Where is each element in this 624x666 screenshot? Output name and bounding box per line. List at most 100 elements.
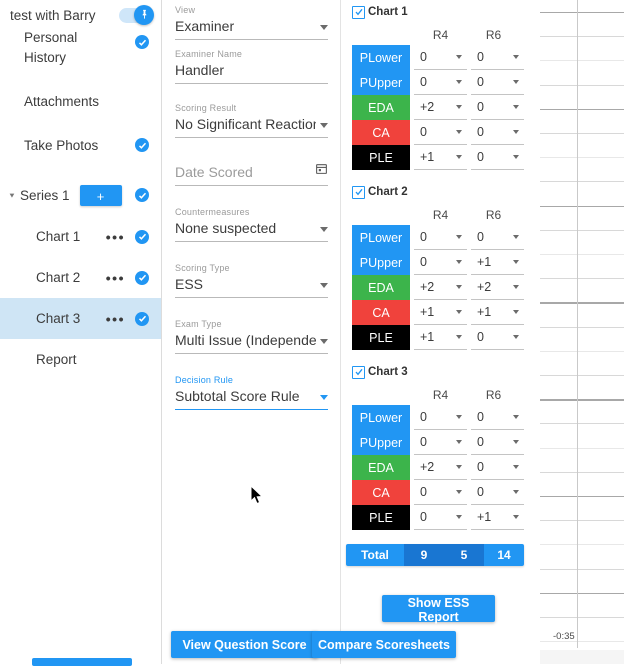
score-row-label: PLower — [352, 45, 410, 70]
chart-enable-checkbox[interactable] — [352, 185, 365, 199]
sidebar-item-report[interactable]: Report — [0, 339, 161, 380]
score-cell-r6[interactable]: 0 — [471, 120, 524, 145]
sidebar-item-chart-1[interactable]: Chart 1 ••• — [0, 216, 161, 257]
score-row: PLE +1 0 — [352, 145, 529, 170]
score-cell-r6[interactable]: 0 — [471, 145, 524, 170]
field-value: Examiner — [175, 18, 235, 34]
score-cell-r6[interactable]: 0 — [471, 45, 524, 70]
score-cell-r6[interactable]: +1 — [471, 250, 524, 275]
graph-minor-gridline — [540, 181, 624, 183]
view-question-score-button[interactable]: View Question Score — [171, 631, 318, 658]
chevron-down-icon — [456, 465, 462, 469]
chart-header: Chart 3 — [352, 364, 529, 380]
chevron-down-icon — [513, 80, 519, 84]
countermeasures-select[interactable]: None suspected — [175, 218, 328, 242]
compare-scoresheets-button[interactable]: Compare Scoresheets — [312, 631, 456, 658]
graph-minor-gridline — [540, 229, 624, 231]
score-cell-r6[interactable]: 0 — [471, 70, 524, 95]
chart-header: Chart 2 — [352, 184, 529, 200]
chart-options-icon[interactable]: ••• — [106, 311, 125, 327]
chart-options-icon[interactable]: ••• — [106, 270, 125, 286]
score-row: PLower 0 0 — [352, 45, 529, 70]
score-cell-r4[interactable]: 0 — [414, 430, 467, 455]
score-cell-r4[interactable]: +1 — [414, 300, 467, 325]
score-cell-r4[interactable]: +1 — [414, 145, 467, 170]
score-row-label: PUpper — [352, 430, 410, 455]
score-grid: PLower 0 0 PUpper 0 +1 EDA +2 +2 CA +1 +1 PLE +1 0 — [352, 225, 529, 350]
graph-minor-gridline — [540, 350, 624, 352]
date-scored-input[interactable]: Date Scored — [175, 160, 328, 186]
chart-enable-checkbox[interactable] — [352, 5, 365, 19]
graph-minor-gridline — [540, 544, 624, 546]
score-row: EDA +2 0 — [352, 95, 529, 120]
calendar-icon[interactable] — [315, 160, 328, 180]
score-cell-r4[interactable]: +2 — [414, 275, 467, 300]
total-bar: Total 9 5 14 — [346, 544, 524, 566]
sidebar-series-row[interactable]: ▼ Series 1 + — [0, 178, 161, 212]
sidebar-item-take-photos[interactable]: Take Photos — [0, 130, 161, 160]
chart-title: Chart 1 — [368, 6, 408, 18]
score-cell-r4[interactable]: 0 — [414, 120, 467, 145]
chevron-down-icon[interactable]: ▼ — [8, 191, 20, 199]
score-cell-r4[interactable]: +2 — [414, 95, 467, 120]
chart-options-icon[interactable]: ••• — [106, 229, 125, 245]
field-label: View — [175, 5, 196, 15]
score-cell-r4[interactable]: +1 — [414, 325, 467, 350]
score-cell-r4[interactable]: 0 — [414, 70, 467, 95]
column-header: R4 — [432, 208, 449, 222]
field-date-scored[interactable]: Date Scored — [175, 160, 328, 186]
chevron-down-icon — [456, 335, 462, 339]
field-label: Scoring Result — [175, 103, 237, 113]
chevron-down-icon — [513, 465, 519, 469]
field-exam-type[interactable]: Exam Type Multi Issue (Independent) — [175, 318, 328, 354]
scoring-result-select[interactable]: No Significant Reactions — [175, 114, 328, 138]
score-cell-r6[interactable]: +1 — [471, 505, 524, 530]
score-cell-r4[interactable]: +2 — [414, 455, 467, 480]
score-row: PUpper 0 0 — [352, 430, 529, 455]
chevron-down-icon — [456, 440, 462, 444]
exam-type-select[interactable]: Multi Issue (Independent) — [175, 330, 328, 354]
sidebar-item-chart-3[interactable]: Chart 3 ••• — [0, 298, 161, 339]
score-cell-r4[interactable]: 0 — [414, 505, 467, 530]
sidebar-item-personal-history[interactable]: Personal History — [0, 26, 161, 72]
score-cell-r4[interactable]: 0 — [414, 405, 467, 430]
field-scoring-type[interactable]: Scoring Type ESS — [175, 262, 328, 298]
score-cell-r6[interactable]: 0 — [471, 325, 524, 350]
check-icon — [135, 138, 149, 152]
pin-sidebar-toggle[interactable] — [119, 4, 154, 25]
scoring-type-select[interactable]: ESS — [175, 274, 328, 298]
check-icon — [135, 311, 149, 326]
score-cell-r4[interactable]: 0 — [414, 45, 467, 70]
sidebar-item-label: Chart 1 — [36, 229, 81, 244]
score-cell-r4[interactable]: 0 — [414, 480, 467, 505]
field-examiner-name[interactable]: Examiner Name Handler — [175, 48, 328, 84]
field-decision-rule[interactable]: Decision Rule Subtotal Score Rule — [175, 374, 328, 410]
score-cell-r6[interactable]: +2 — [471, 275, 524, 300]
field-countermeasures[interactable]: Countermeasures None suspected — [175, 206, 328, 242]
chevron-down-icon — [456, 105, 462, 109]
view-select[interactable]: Examiner — [175, 16, 328, 40]
score-cell-r6[interactable]: 0 — [471, 480, 524, 505]
field-scoring-result[interactable]: Scoring Result No Significant Reactions — [175, 102, 328, 138]
chevron-down-icon — [513, 415, 519, 419]
examiner-name-input[interactable]: Handler — [175, 60, 328, 84]
chart-enable-checkbox[interactable] — [352, 365, 365, 379]
score-cell-r6[interactable]: 0 — [471, 405, 524, 430]
score-cell-r6[interactable]: +1 — [471, 300, 524, 325]
sidebar-item-attachments[interactable]: Attachments — [0, 86, 161, 116]
score-cell-r4[interactable]: 0 — [414, 250, 467, 275]
score-cell-r6[interactable]: 0 — [471, 95, 524, 120]
chevron-down-icon — [513, 130, 519, 134]
add-chart-button[interactable]: + — [79, 184, 122, 206]
score-cell-r6[interactable]: 0 — [471, 225, 524, 250]
score-cell-r4[interactable]: 0 — [414, 225, 467, 250]
score-cell-r6[interactable]: 0 — [471, 430, 524, 455]
bottom-action-bar[interactable] — [32, 658, 132, 666]
score-value: 0 — [477, 75, 484, 89]
chevron-down-icon — [456, 415, 462, 419]
score-cell-r6[interactable]: 0 — [471, 455, 524, 480]
show-ess-report-button[interactable]: Show ESS Report — [382, 595, 495, 624]
field-view[interactable]: View Examiner — [175, 4, 328, 40]
sidebar-item-chart-2[interactable]: Chart 2 ••• — [0, 257, 161, 298]
decision-rule-select[interactable]: Subtotal Score Rule — [175, 386, 328, 410]
